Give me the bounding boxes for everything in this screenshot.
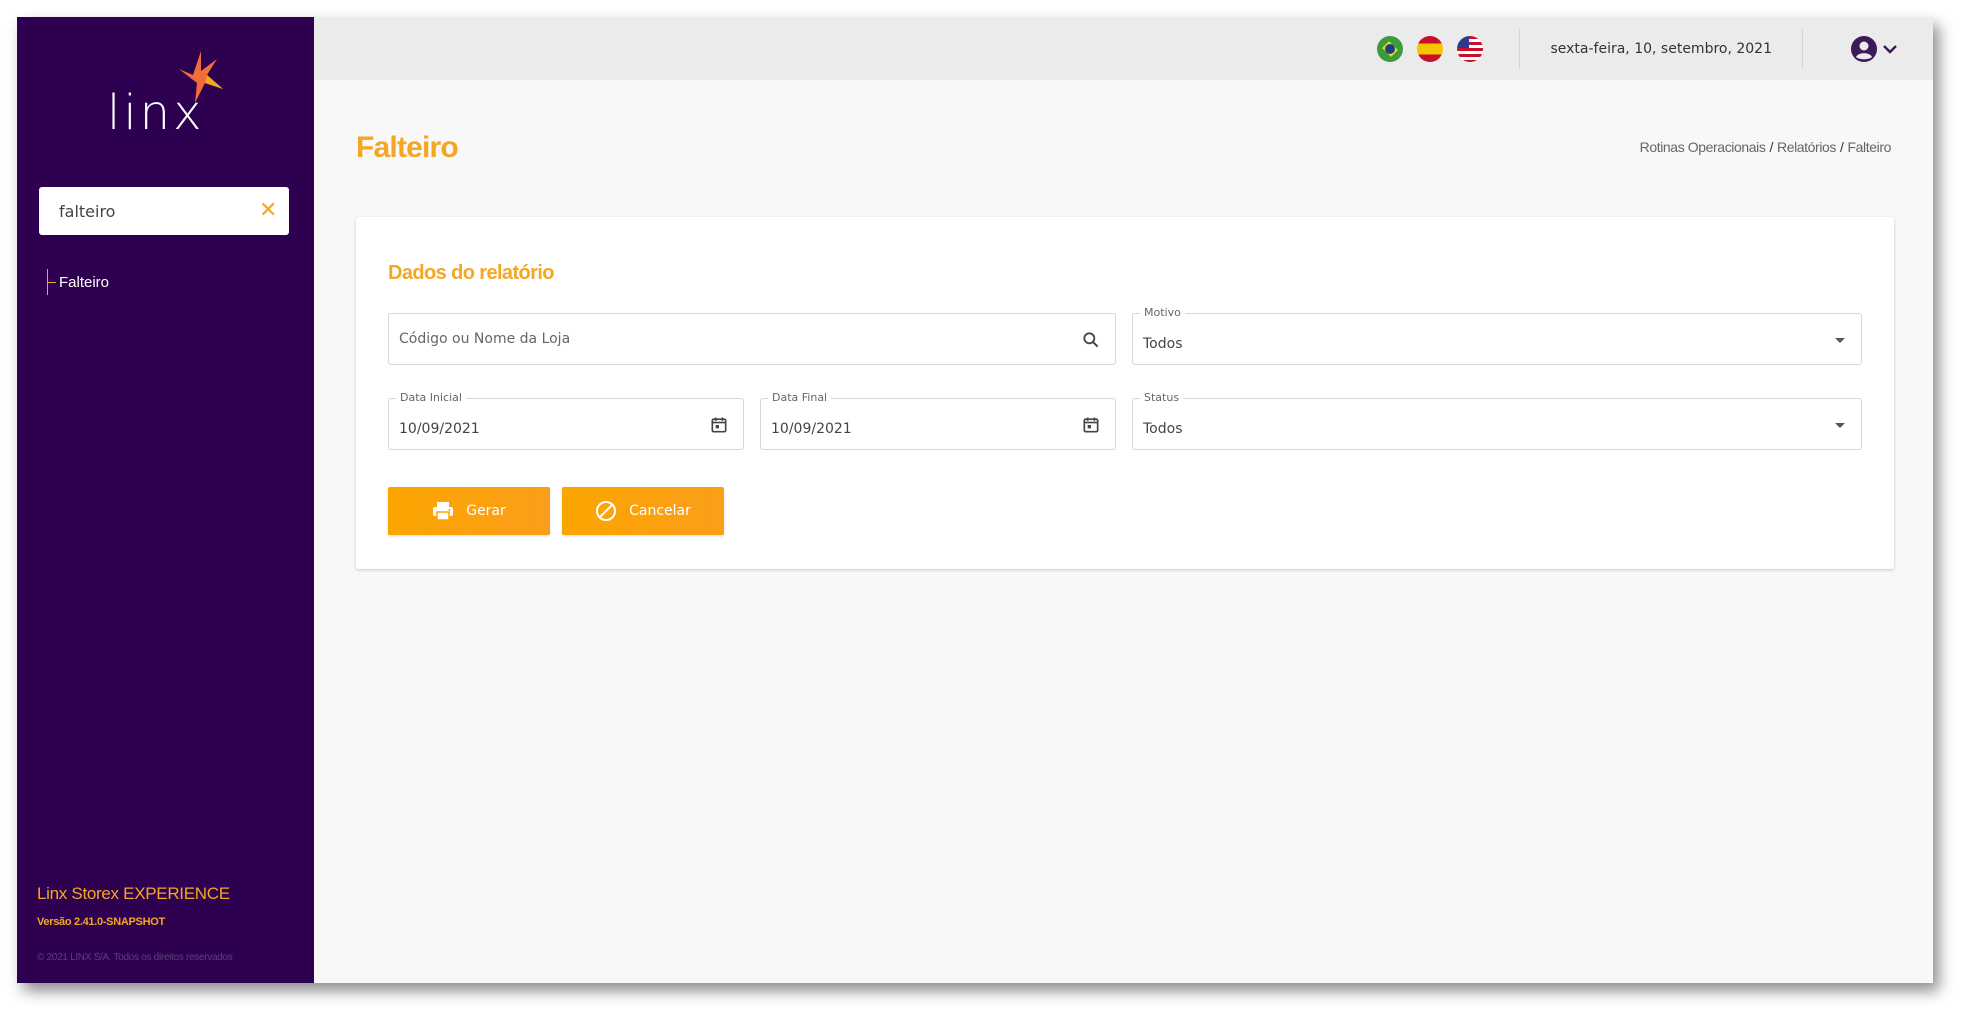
- search-icon[interactable]: [1081, 330, 1101, 350]
- motivo-select[interactable]: Motivo Todos: [1132, 306, 1862, 365]
- sidebar-footer: Linx Storex EXPERIENCE Versão 2.41.0-SNA…: [37, 884, 233, 963]
- user-menu-button[interactable]: [1803, 35, 1933, 62]
- printer-icon: [433, 502, 454, 521]
- brazil-flag-icon[interactable]: [1377, 35, 1404, 62]
- app-window: linx ✕ Falteiro Linx Storex EXPERIENCE V…: [17, 17, 1933, 983]
- user-avatar-icon: [1851, 35, 1877, 62]
- status-value: Todos: [1143, 421, 1183, 437]
- start-date-label: Data Inicial: [396, 391, 466, 405]
- cancel-button-label: Cancelar: [629, 503, 691, 519]
- copyright-text: © 2021 LINX S/A. Todos os direitos reser…: [37, 952, 233, 963]
- usa-flag-icon[interactable]: [1457, 35, 1484, 62]
- sidebar-item-falteiro[interactable]: Falteiro: [47, 269, 109, 295]
- cancel-button[interactable]: Cancelar: [562, 487, 724, 535]
- breadcrumb-item-current: Falteiro: [1847, 139, 1892, 155]
- store-search-field: [388, 313, 1116, 365]
- breadcrumb-item[interactable]: Relatórios: [1777, 139, 1836, 155]
- sidebar: linx ✕ Falteiro Linx Storex EXPERIENCE V…: [17, 17, 314, 983]
- current-date: sexta-feira, 10, setembro, 2021: [1550, 40, 1772, 57]
- breadcrumb: Rotinas Operacionais / Relatórios / Falt…: [1640, 139, 1892, 155]
- chevron-down-icon: [1883, 44, 1897, 54]
- end-date-label: Data Final: [768, 391, 832, 405]
- block-icon: [596, 501, 617, 521]
- spain-flag-icon[interactable]: [1417, 35, 1444, 62]
- linx-logo[interactable]: linx: [87, 47, 247, 157]
- sidebar-search-input[interactable]: [59, 201, 259, 221]
- motivo-label: Motivo: [1140, 306, 1185, 320]
- breadcrumb-separator: /: [1840, 139, 1844, 155]
- language-selector: [1377, 35, 1484, 62]
- breadcrumb-separator: /: [1769, 139, 1773, 155]
- section-title: Dados do relatório: [388, 262, 554, 284]
- sidebar-item-label: Falteiro: [59, 273, 110, 291]
- status-select[interactable]: Status Todos: [1132, 391, 1862, 450]
- page-title: Falteiro: [356, 131, 459, 164]
- clear-search-icon[interactable]: ✕: [259, 200, 277, 222]
- calendar-icon[interactable]: [1081, 415, 1101, 435]
- app-version: Versão 2.41.0-SNAPSHOT: [37, 916, 165, 928]
- status-label: Status: [1140, 391, 1184, 405]
- start-date-value: 10/09/2021: [399, 421, 480, 437]
- dropdown-arrow-icon: [1835, 338, 1845, 343]
- generate-button[interactable]: Gerar: [388, 487, 550, 535]
- start-date-field[interactable]: Data Inicial 10/09/2021: [388, 391, 744, 450]
- calendar-icon[interactable]: [709, 415, 729, 435]
- app-name: Linx Storex EXPERIENCE: [37, 884, 230, 903]
- logo-mark-icon: [179, 51, 223, 103]
- sidebar-search: ✕: [39, 187, 289, 235]
- end-date-field[interactable]: Data Final 10/09/2021: [760, 391, 1116, 450]
- report-form-card: Dados do relatório Motivo Todos Data Ini…: [356, 217, 1894, 569]
- motivo-value: Todos: [1143, 336, 1183, 352]
- main-content: sexta-feira, 10, setembro, 2021 Falteiro…: [314, 17, 1933, 983]
- tree-line-icon: [47, 269, 57, 295]
- store-search-input[interactable]: [399, 314, 1075, 364]
- generate-button-label: Gerar: [466, 503, 506, 519]
- breadcrumb-item[interactable]: Rotinas Operacionais: [1640, 139, 1766, 155]
- end-date-value: 10/09/2021: [771, 421, 852, 437]
- top-bar: sexta-feira, 10, setembro, 2021: [314, 17, 1933, 80]
- dropdown-arrow-icon: [1835, 423, 1845, 428]
